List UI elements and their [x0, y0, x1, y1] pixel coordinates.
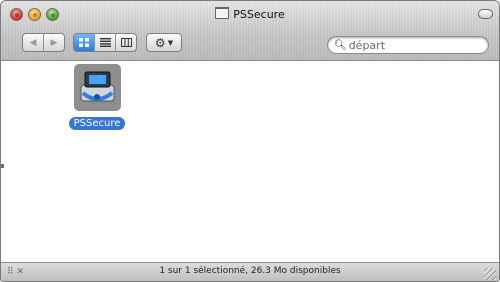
resize-handle[interactable] — [484, 268, 496, 280]
scroll-marker — [1, 164, 4, 168]
search-icon: 🔍︎ — [334, 39, 347, 51]
list-view-button[interactable] — [95, 34, 116, 51]
window-title-text: PSSecure — [233, 8, 285, 21]
search-input[interactable] — [346, 38, 469, 52]
search-field[interactable]: 🔍︎ — [327, 36, 489, 54]
status-bar: ⠿ ✕ 1 sur 1 sélectionné, 26.3 Mo disponi… — [1, 262, 499, 281]
toolbar: PSSecure ◀ ▶ ⚙ ▼ 🔍︎ départ — [1, 1, 499, 61]
icon-view-icon — [79, 38, 89, 47]
folder-icon — [215, 7, 230, 19]
application-icon — [73, 64, 121, 111]
forward-arrow-icon: ▶ — [50, 37, 58, 48]
file-item-pssecure[interactable]: PSSecure — [54, 64, 140, 130]
back-arrow-icon: ◀ — [29, 37, 37, 48]
action-menu-cell: ⚙ ▼ — [147, 34, 181, 51]
column-view-button[interactable] — [116, 34, 136, 51]
app-drive-graphic — [80, 71, 114, 102]
back-button[interactable]: ◀ — [23, 34, 44, 51]
file-browser-area[interactable]: PSSecure — [1, 61, 499, 263]
icon-view-button[interactable] — [74, 34, 95, 51]
file-item-label: PSSecure — [68, 117, 126, 130]
window-title: PSSecure — [1, 7, 499, 21]
gear-icon: ⚙ — [154, 35, 166, 50]
finder-window: PSSecure ◀ ▶ ⚙ ▼ 🔍︎ départ PSSecure ⠿ ✕ … — [0, 0, 500, 282]
list-view-icon — [99, 38, 111, 47]
forward-button[interactable]: ▶ — [44, 34, 64, 51]
navigation-buttons: ◀ ▶ — [22, 33, 65, 52]
toolbar-toggle-button[interactable] — [478, 9, 493, 19]
view-mode-buttons — [73, 33, 137, 52]
status-text: 1 sur 1 sélectionné, 26.3 Mo disponibles — [159, 266, 341, 276]
chevron-down-icon: ▼ — [167, 38, 174, 47]
action-menu-button[interactable]: ⚙ ▼ — [146, 33, 182, 52]
column-view-icon — [120, 38, 132, 47]
